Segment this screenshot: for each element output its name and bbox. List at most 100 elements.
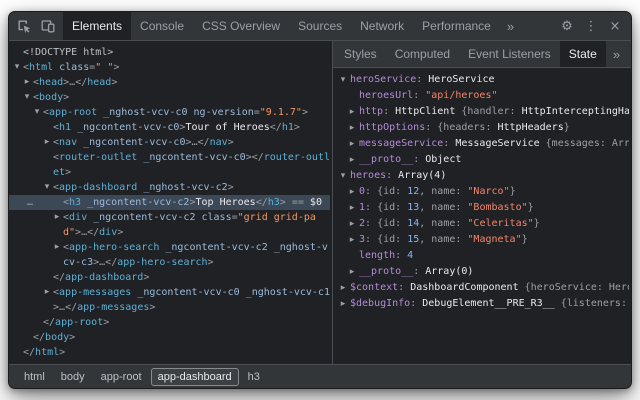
state-property-row[interactable]: ▸3: {id: 15, name: "Magneta"}	[333, 232, 629, 248]
token-t: nav	[210, 137, 228, 148]
crumb-app-dashboard[interactable]: app-dashboard	[151, 368, 239, 386]
dom-tree-row[interactable]: </app-dashboard>	[9, 270, 330, 285]
token-g: </	[256, 197, 268, 208]
dom-tree-row[interactable]: ▸<app-messages _ngcontent-vcv-c0 _nghost…	[9, 285, 330, 315]
dom-tree-row[interactable]: ▾<body>	[9, 90, 330, 105]
sidebar-tab-strip: StylesComputedEvent ListenersState»	[333, 41, 631, 68]
crumb-body[interactable]: body	[54, 368, 92, 386]
token-s: "Bombasto"	[467, 202, 527, 213]
state-property-row[interactable]: ▸0: {id: 12, name: "Narco"}	[333, 184, 629, 200]
expand-arrow-icon[interactable]: ▸	[22, 75, 32, 90]
expand-arrow-icon[interactable]: ▸	[338, 280, 348, 296]
tab-sources[interactable]: Sources	[289, 12, 351, 40]
dom-tree-row[interactable]: ▸<head>…</head>	[9, 75, 330, 90]
device-toolbar-button[interactable]	[36, 14, 60, 38]
collapse-arrow-icon[interactable]: ▾	[338, 168, 348, 184]
tab-elements[interactable]: Elements	[63, 12, 131, 40]
state-property-row[interactable]: ▾heroService: HeroService	[333, 72, 629, 88]
token-c: HeroService	[428, 74, 494, 85]
dom-tree-row[interactable]: </app-root>	[9, 315, 330, 330]
sidebar-tab-computed[interactable]: Computed	[386, 41, 459, 67]
dom-tree-row[interactable]: ▾<app-dashboard _nghost-vcv-c2>	[9, 180, 330, 195]
inspect-element-button[interactable]	[12, 14, 36, 38]
expand-arrow-icon[interactable]: ▸	[347, 152, 357, 168]
close-devtools-button[interactable]: ×	[603, 14, 627, 38]
dom-tree-row[interactable]: <!DOCTYPE html>	[9, 45, 330, 60]
token-x: Tour of Heroes	[185, 122, 269, 133]
expand-arrow-icon[interactable]: ▸	[347, 200, 357, 216]
state-property-row[interactable]: ▸httpOptions: {headers: HttpHeaders}	[333, 120, 629, 136]
state-property-row[interactable]: ▸http: HttpClient {handler: HttpIntercep…	[333, 104, 629, 120]
dom-tree-row[interactable]: …<h3 _ngcontent-vcv-c2>Top Heroes</h3> =…	[9, 195, 330, 210]
dom-tree-row[interactable]: <router-outlet _ngcontent-vcv-c0></route…	[9, 150, 330, 180]
state-property-row[interactable]: ▸__proto__: Object	[333, 152, 629, 168]
token-p: : {id:	[365, 234, 407, 245]
state-property-row[interactable]: heroesUrl: "api/heroes"	[333, 88, 629, 104]
dom-tree-row[interactable]: ▸<app-hero-search _ngcontent-vcv-c2 _ngh…	[9, 240, 330, 270]
dom-tree-row[interactable]: ▸<div _ngcontent-vcv-c2 class="grid grid…	[9, 210, 330, 240]
expand-arrow-icon[interactable]: ▸	[42, 135, 52, 150]
expand-arrow-icon[interactable]: ▸	[347, 104, 357, 120]
state-property-row[interactable]: ▸__proto__: Array(0)	[333, 264, 629, 280]
expand-arrow-icon[interactable]: ▸	[347, 184, 357, 200]
more-options-button[interactable]: ⋮	[579, 14, 603, 38]
tab-console[interactable]: Console	[131, 12, 193, 40]
settings-button[interactable]: ⚙	[555, 14, 579, 38]
state-property-row[interactable]: length: 4	[333, 248, 629, 264]
expand-arrow-icon[interactable]: ▸	[52, 210, 62, 225]
elements-sidebar: StylesComputedEvent ListenersState» ▾her…	[333, 41, 631, 364]
collapse-arrow-icon[interactable]: ▾	[42, 180, 52, 195]
token-g: </	[198, 137, 210, 148]
tab-css-overview[interactable]: CSS Overview	[193, 12, 289, 40]
dom-tree-row[interactable]: </html>	[9, 345, 330, 360]
crumb-html[interactable]: html	[17, 368, 52, 386]
tab-performance[interactable]: Performance	[413, 12, 500, 40]
collapse-arrow-icon[interactable]: ▾	[32, 105, 42, 120]
expand-arrow-icon[interactable]: ▸	[347, 120, 357, 136]
token-p: {handler:	[455, 106, 521, 117]
crumb-h3[interactable]: h3	[241, 368, 267, 386]
sidebar-tab-state[interactable]: State	[560, 41, 606, 67]
dom-tree-row[interactable]: ▾<app-root _nghost-vcv-c0 ng-version="9.…	[9, 105, 330, 120]
expand-arrow-icon[interactable]: ▸	[347, 216, 357, 232]
dom-tree-row[interactable]: </body>	[9, 330, 330, 345]
state-property-row[interactable]: ▸messageService: MessageService {message…	[333, 136, 629, 152]
token-k: $context	[350, 282, 398, 293]
sidebar-tab-overflow-chevron[interactable]: »	[606, 41, 627, 67]
token-t: app-messages	[59, 287, 131, 298]
token-c: HttpHeaders	[497, 122, 563, 133]
state-property-row[interactable]: ▸1: {id: 13, name: "Bombasto"}	[333, 200, 629, 216]
token-g: >	[59, 347, 65, 358]
sidebar-tab-styles[interactable]: Styles	[335, 41, 386, 67]
collapse-arrow-icon[interactable]: ▾	[12, 60, 22, 75]
dom-tree-row[interactable]: ▾<html class=" ">	[9, 60, 330, 75]
state-property-row[interactable]: ▸$context: DashboardComponent {heroServi…	[333, 280, 629, 296]
node-options-icon[interactable]: …	[27, 195, 33, 210]
token-c: Array(0)	[425, 266, 473, 277]
crumb-app-root[interactable]: app-root	[94, 368, 149, 386]
state-property-row[interactable]: ▸2: {id: 14, name: "Celeritas"}	[333, 216, 629, 232]
token-p: :	[395, 250, 407, 261]
token-s: "Narco"	[467, 186, 509, 197]
token-dt: <!DOCTYPE html>	[23, 47, 113, 58]
state-property-row[interactable]: ▾heroes: Array(4)	[333, 168, 629, 184]
token-t: body	[45, 332, 69, 343]
expand-arrow-icon[interactable]: ▸	[52, 240, 62, 255]
sidebar-tab-event-listeners[interactable]: Event Listeners	[459, 41, 560, 67]
token-g: </	[23, 347, 35, 358]
tab-network[interactable]: Network	[351, 12, 413, 40]
expand-arrow-icon[interactable]: ▸	[347, 232, 357, 248]
expand-arrow-icon[interactable]: ▸	[347, 264, 357, 280]
dom-tree-row[interactable]: <h1 _ngcontent-vcv-c0>Tour of Heroes</h1…	[9, 120, 330, 135]
collapse-arrow-icon[interactable]: ▾	[338, 72, 348, 88]
token-s: "api/heroes"	[425, 90, 497, 101]
collapse-arrow-icon[interactable]: ▾	[22, 90, 32, 105]
expand-arrow-icon[interactable]: ▸	[338, 296, 348, 312]
dom-tree-row[interactable]: ▸<nav _ngcontent-vcv-c0>…</nav>	[9, 135, 330, 150]
tab-overflow-chevron[interactable]: »	[500, 12, 521, 40]
token-t: app-root	[49, 107, 97, 118]
token-g: >	[208, 257, 214, 268]
state-property-row[interactable]: ▸$debugInfo: DebugElement__PRE_R3__ {lis…	[333, 296, 629, 312]
expand-arrow-icon[interactable]: ▸	[347, 136, 357, 152]
expand-arrow-icon[interactable]: ▸	[42, 285, 52, 300]
